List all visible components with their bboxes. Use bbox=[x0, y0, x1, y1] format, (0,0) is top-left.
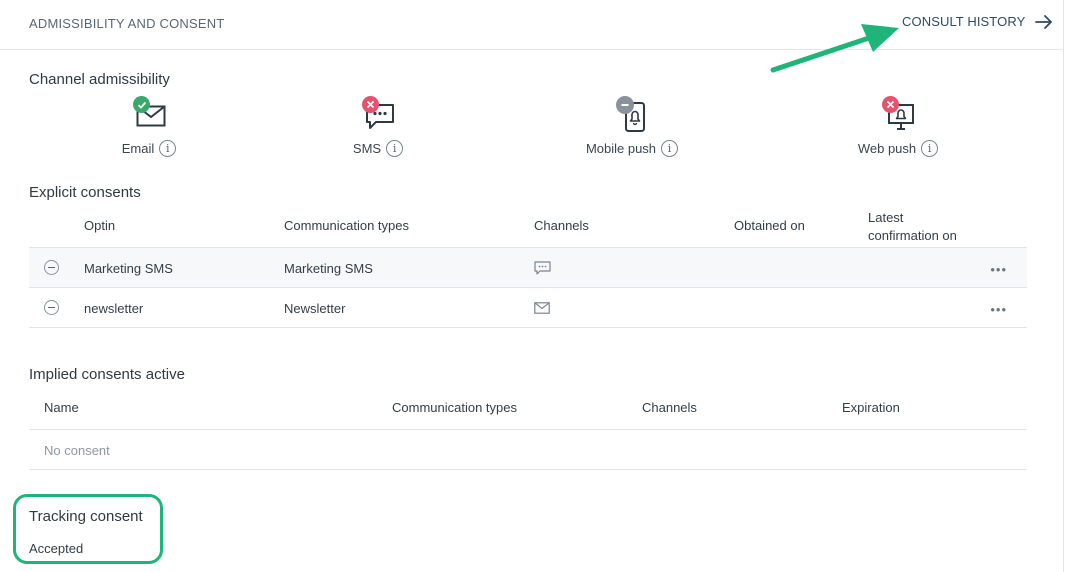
envelope-icon bbox=[534, 302, 550, 314]
admissibility-panel: ADMISSIBILITY AND CONSENT CONSULT HISTOR… bbox=[0, 0, 1064, 572]
chat-bubble-icon bbox=[534, 261, 551, 275]
table-header: Optin Communication types Channels Obtai… bbox=[29, 205, 1027, 248]
col-header-channels[interactable]: Channels bbox=[534, 218, 589, 233]
channel-name: Web push i bbox=[838, 140, 958, 157]
implied-consents-title: Implied consents active bbox=[29, 366, 185, 383]
col-header-latest-confirmation[interactable]: Latest confirmation on bbox=[868, 209, 957, 245]
comm-type-cell: Newsletter bbox=[284, 301, 346, 316]
table-row[interactable]: newsletter Newsletter ••• bbox=[29, 288, 1027, 328]
col-header-channels[interactable]: Channels bbox=[642, 400, 697, 415]
cross-badge-icon bbox=[882, 96, 899, 113]
empty-row: No consent bbox=[29, 430, 1027, 470]
envelope-icon bbox=[133, 96, 169, 132]
optin-cell: newsletter bbox=[84, 301, 144, 316]
table-header: Name Communication types Channels Expira… bbox=[29, 387, 1027, 430]
info-icon[interactable]: i bbox=[661, 140, 679, 157]
channel-web-push: Web push i bbox=[838, 96, 958, 160]
info-icon[interactable]: i bbox=[921, 140, 939, 157]
col-header-optin[interactable]: Optin bbox=[84, 218, 115, 233]
minus-badge-icon bbox=[616, 96, 634, 114]
channel-name: Mobile push i bbox=[572, 140, 692, 157]
comm-type-cell: Marketing SMS bbox=[284, 261, 373, 276]
remove-circle-icon[interactable] bbox=[44, 300, 59, 315]
arrow-right-icon bbox=[1035, 14, 1053, 29]
col-header-name[interactable]: Name bbox=[44, 400, 79, 415]
row-actions-button[interactable]: ••• bbox=[990, 262, 1007, 277]
table-row[interactable]: Marketing SMS Marketing SMS ••• bbox=[29, 248, 1027, 288]
chat-bubble-icon bbox=[362, 96, 398, 132]
row-actions-button[interactable]: ••• bbox=[990, 302, 1007, 317]
channel-email: Email i bbox=[89, 96, 209, 160]
col-header-communication-types[interactable]: Communication types bbox=[284, 218, 409, 233]
consult-history-label: CONSULT HISTORY bbox=[902, 14, 1026, 29]
optin-cell: Marketing SMS bbox=[84, 261, 173, 276]
channel-sms: SMS i bbox=[318, 96, 438, 160]
check-badge-icon bbox=[133, 96, 150, 113]
implied-consents-table: Name Communication types Channels Expira… bbox=[29, 387, 1027, 471]
annotation-arrow-icon bbox=[770, 24, 899, 73]
mobile-bell-icon bbox=[616, 96, 652, 132]
col-header-expiration[interactable]: Expiration bbox=[842, 400, 900, 415]
explicit-consents-title: Explicit consents bbox=[29, 184, 141, 201]
consult-history-link[interactable]: CONSULT HISTORY bbox=[902, 14, 1053, 29]
channel-admissibility-title: Channel admissibility bbox=[29, 71, 170, 88]
channel-name: Email i bbox=[89, 140, 209, 157]
channel-mobile-push: Mobile push i bbox=[572, 96, 692, 160]
info-icon[interactable]: i bbox=[159, 140, 177, 157]
col-header-obtained-on[interactable]: Obtained on bbox=[734, 218, 805, 233]
explicit-consents-table: Optin Communication types Channels Obtai… bbox=[29, 205, 1027, 329]
annotation-highlight-box bbox=[13, 494, 163, 564]
cross-badge-icon bbox=[362, 96, 379, 113]
channel-name: SMS i bbox=[318, 140, 438, 157]
remove-circle-icon[interactable] bbox=[44, 260, 59, 275]
panel-title: ADMISSIBILITY AND CONSENT bbox=[29, 16, 225, 31]
no-consent-text: No consent bbox=[44, 443, 110, 458]
monitor-bell-icon bbox=[882, 96, 918, 132]
col-header-communication-types[interactable]: Communication types bbox=[392, 400, 517, 415]
info-icon[interactable]: i bbox=[386, 140, 404, 157]
